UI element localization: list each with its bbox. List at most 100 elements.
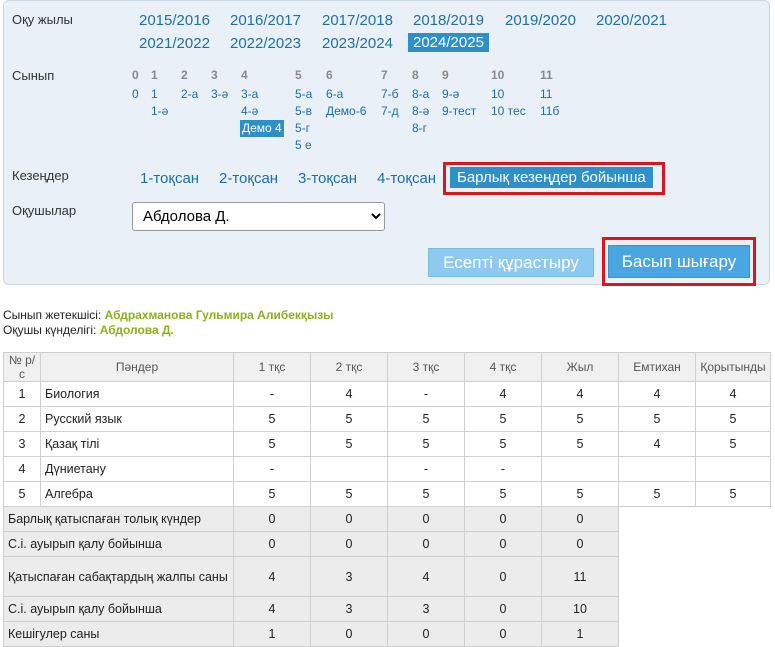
class-label: Сынып — [12, 68, 55, 83]
cell — [541, 456, 619, 482]
print-button[interactable]: Басып шығару — [608, 245, 750, 278]
year-link-2020-2021[interactable]: 2020/2021 — [596, 12, 667, 29]
class-link[interactable]: 3-ә — [211, 86, 228, 103]
class-link[interactable]: 8-а — [412, 86, 429, 103]
year-link-2016-2017[interactable]: 2016/2017 — [230, 12, 301, 29]
table-row: 2 Русский язык 5 5 5 5 5 5 5 — [3, 406, 771, 432]
cell: 10 — [541, 596, 619, 622]
cell: - — [464, 456, 542, 482]
period-link-2[interactable]: 2-тоқсан — [219, 170, 278, 187]
class-link[interactable]: 2-а — [181, 86, 198, 103]
col-header: Қорытынды — [695, 352, 771, 382]
class-link[interactable]: 9-тест — [442, 103, 476, 120]
class-link[interactable]: 5-г — [295, 120, 310, 137]
summary-label: Қатыспаған сабақтардың жалпы саны — [3, 556, 234, 597]
col-header: 4 тқс — [464, 352, 542, 382]
cell: 0 — [464, 531, 542, 557]
year-link-2017-2018[interactable]: 2017/2018 — [322, 12, 393, 29]
cell: 1 — [541, 621, 619, 647]
class-link[interactable]: 1 — [151, 86, 158, 103]
cell: 5 — [695, 481, 771, 507]
grade-header-1: 1 — [151, 68, 158, 82]
subject-cell: Қазақ тілі — [40, 431, 234, 457]
summary-label: С.і. ауырып қалу бойынша — [3, 531, 234, 557]
empty-cell — [618, 556, 771, 597]
class-link[interactable]: 3-а — [241, 86, 258, 103]
cell: 0 — [387, 531, 465, 557]
year-label: Оқу жылы — [12, 12, 73, 27]
students-label: Оқушылар — [12, 203, 77, 218]
class-link[interactable]: 5 е — [295, 137, 312, 154]
class-link[interactable]: 6-а — [326, 86, 343, 103]
cell: 3 — [310, 596, 388, 622]
cell: 4 — [464, 381, 542, 407]
period-link-all-selected[interactable]: Барлық кезеңдер бойынша — [450, 167, 653, 188]
class-link[interactable]: 4-ә — [241, 103, 258, 120]
cell — [310, 456, 388, 482]
teacher-line: Сынып жетекшісі: Абдрахманова Гульмира А… — [3, 308, 333, 322]
cell: 5 — [695, 406, 771, 432]
subject-cell: Биология — [40, 381, 234, 407]
year-link-2024-2025-selected[interactable]: 2024/2025 — [408, 33, 489, 52]
class-link[interactable]: 10 тес — [491, 103, 526, 120]
period-link-3[interactable]: 3-тоқсан — [298, 170, 357, 187]
cell: 5 — [464, 481, 542, 507]
table-row: 1 Биология - 4 - 4 4 4 4 — [3, 381, 771, 407]
table-row: 5 Алгебра 5 5 5 5 5 5 5 — [3, 481, 771, 507]
class-link[interactable]: 11б — [540, 103, 559, 120]
year-link-2015-2016[interactable]: 2015/2016 — [139, 12, 210, 29]
period-link-4[interactable]: 4-тоқсан — [377, 170, 436, 187]
cell: 5 — [541, 431, 619, 457]
class-link[interactable]: 7-д — [381, 103, 399, 120]
year-link-2023-2024[interactable]: 2023/2024 — [322, 35, 393, 52]
class-link[interactable]: Демо-6 — [326, 103, 366, 120]
cell: 2 — [3, 406, 41, 432]
class-link[interactable]: 11 — [540, 86, 552, 103]
build-report-button[interactable]: Есепті құрастыру — [428, 248, 594, 277]
grade-header-11: 11 — [540, 68, 553, 82]
cell: 0 — [387, 506, 465, 532]
year-link-2019-2020[interactable]: 2019/2020 — [505, 12, 576, 29]
year-link-2021-2022[interactable]: 2021/2022 — [139, 35, 210, 52]
periods-label: Кезеңдер — [12, 168, 69, 183]
col-header: Емтихан — [618, 352, 696, 382]
cell: 4 — [233, 596, 311, 622]
subject-cell: Алгебра — [40, 481, 234, 507]
cell: 1 — [3, 381, 41, 407]
cell: 5 — [541, 481, 619, 507]
class-link[interactable]: 8-г — [412, 120, 427, 137]
year-link-2022-2023[interactable]: 2022/2023 — [230, 35, 301, 52]
cell: 0 — [464, 621, 542, 647]
class-link[interactable]: 9-ә — [442, 86, 459, 103]
diary-line: Оқушы күнделігі: Абдолова Д. — [3, 323, 174, 337]
class-link[interactable]: 1-ә — [151, 103, 168, 120]
student-select[interactable]: Абдолова Д. — [132, 202, 385, 231]
cell: 0 — [233, 506, 311, 532]
year-link-2018-2019[interactable]: 2018/2019 — [413, 12, 484, 29]
cell: 5 — [541, 406, 619, 432]
cell: 4 — [541, 381, 619, 407]
class-link[interactable]: 8-ә — [412, 103, 429, 120]
table-row: 3 Қазақ тілі 5 5 5 5 5 4 5 — [3, 431, 771, 457]
cell: 5 — [618, 481, 696, 507]
class-link[interactable]: 10 — [491, 86, 504, 103]
subject-cell: Дүниетану — [40, 456, 234, 482]
col-header: 3 тқс — [387, 352, 465, 382]
summary-label: С.і. ауырып қалу бойынша — [3, 596, 234, 622]
class-link[interactable]: 7-б — [381, 86, 399, 103]
class-link[interactable]: 0 — [132, 86, 139, 103]
class-link-selected[interactable]: Демо 4 — [240, 120, 284, 137]
cell: 5 — [464, 406, 542, 432]
cell — [618, 456, 696, 482]
cell — [695, 456, 771, 482]
class-link[interactable]: 5-а — [295, 86, 312, 103]
cell: 0 — [310, 506, 388, 532]
cell: 3 — [387, 596, 465, 622]
cell: 0 — [464, 506, 542, 532]
class-link[interactable]: 5-в — [295, 103, 312, 120]
grade-header-2: 2 — [181, 68, 188, 82]
period-link-1[interactable]: 1-тоқсан — [140, 170, 199, 187]
grade-header-7: 7 — [381, 68, 388, 82]
summary-row: Қатыспаған сабақтардың жалпы саны 4 3 4 … — [3, 556, 771, 597]
col-header: Пәндер — [40, 352, 234, 382]
